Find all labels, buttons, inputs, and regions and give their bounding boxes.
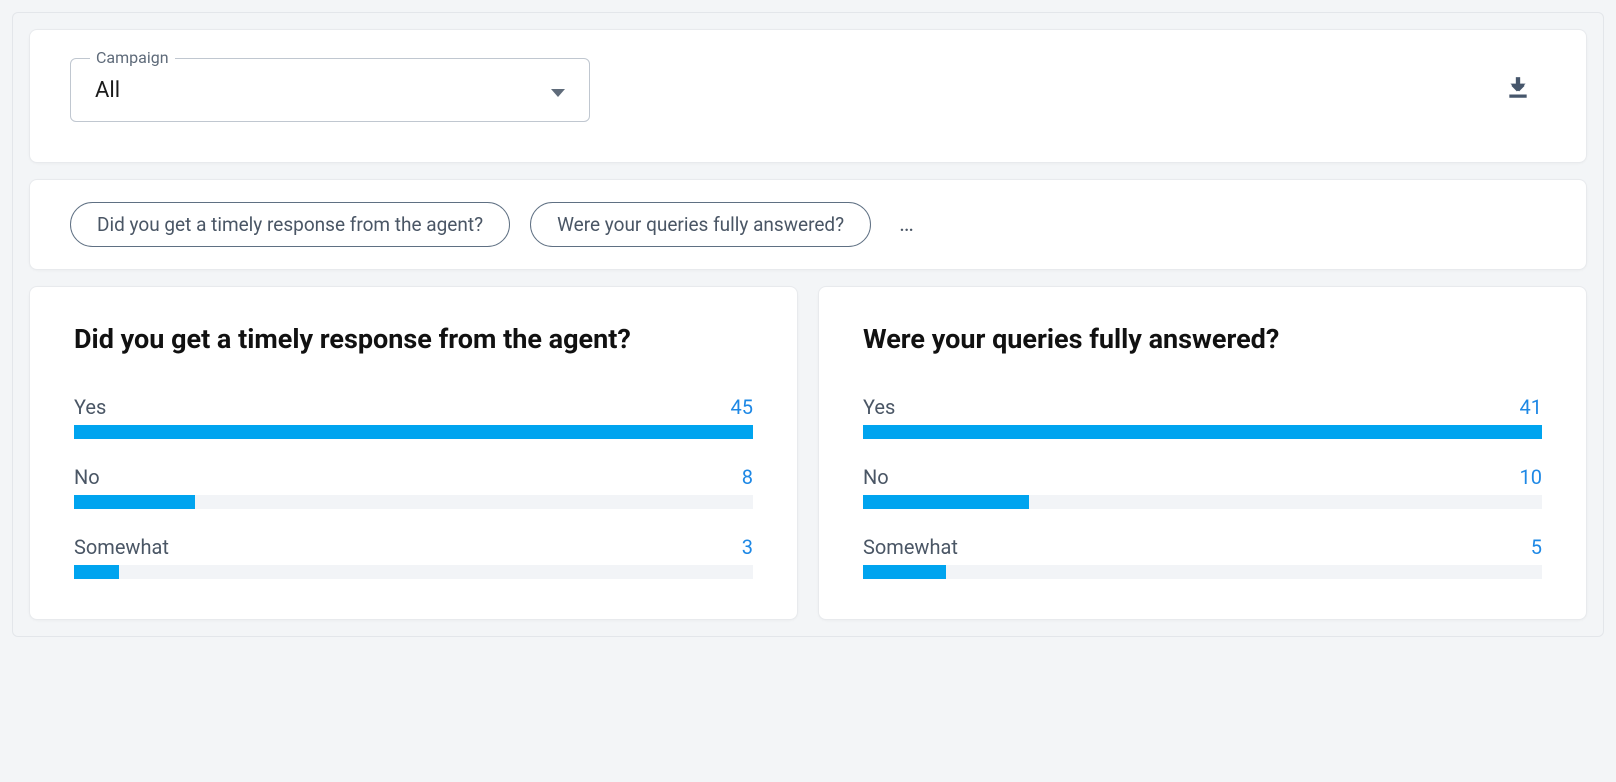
bar-value: 3: [742, 535, 753, 559]
bar-value: 45: [731, 395, 753, 419]
bar-value: 8: [742, 465, 753, 489]
bar-fill: [74, 495, 195, 509]
bar-row: No 10: [863, 465, 1542, 509]
download-icon: [1505, 75, 1531, 105]
chips-more[interactable]: …: [891, 212, 922, 237]
bar-fill: [863, 425, 1542, 439]
bar-track: [74, 495, 753, 509]
bar-label: Somewhat: [74, 535, 169, 559]
question-chip-0[interactable]: Did you get a timely response from the a…: [70, 202, 510, 247]
page-container: Campaign All Did you get a timely respon…: [12, 12, 1604, 637]
bar-label: No: [863, 465, 889, 489]
bar-value: 41: [1520, 395, 1542, 419]
bar-track: [863, 495, 1542, 509]
bar-track: [74, 565, 753, 579]
bar-track: [863, 565, 1542, 579]
charts-row: Did you get a timely response from the a…: [29, 286, 1587, 620]
chart-card-0: Did you get a timely response from the a…: [29, 286, 798, 620]
bar-row: Somewhat 3: [74, 535, 753, 579]
chart-card-1: Were your queries fully answered? Yes 41…: [818, 286, 1587, 620]
bar-row: No 8: [74, 465, 753, 509]
bar-label: No: [74, 465, 100, 489]
bar-label: Somewhat: [863, 535, 958, 559]
bar-track: [74, 425, 753, 439]
bar-row: Yes 45: [74, 395, 753, 439]
question-chips-card: Did you get a timely response from the a…: [29, 179, 1587, 270]
campaign-select[interactable]: All: [70, 58, 590, 122]
campaign-select-value: All: [95, 78, 120, 103]
chart-title-0: Did you get a timely response from the a…: [74, 323, 753, 355]
chart-title-1: Were your queries fully answered?: [863, 323, 1542, 355]
bar-track: [863, 425, 1542, 439]
campaign-select-wrap: Campaign All: [70, 58, 590, 122]
bar-label: Yes: [863, 395, 895, 419]
bar-row: Yes 41: [863, 395, 1542, 439]
bar-value: 5: [1531, 535, 1542, 559]
bar-fill: [74, 425, 753, 439]
bar-fill: [74, 565, 119, 579]
bar-row: Somewhat 5: [863, 535, 1542, 579]
campaign-select-label: Campaign: [90, 48, 175, 67]
download-button[interactable]: [1498, 70, 1538, 110]
filter-card: Campaign All: [29, 29, 1587, 163]
bar-label: Yes: [74, 395, 106, 419]
bar-value: 10: [1520, 465, 1542, 489]
question-chip-1[interactable]: Were your queries fully answered?: [530, 202, 871, 247]
chevron-down-icon: [551, 78, 565, 103]
bar-fill: [863, 565, 946, 579]
bar-fill: [863, 495, 1029, 509]
